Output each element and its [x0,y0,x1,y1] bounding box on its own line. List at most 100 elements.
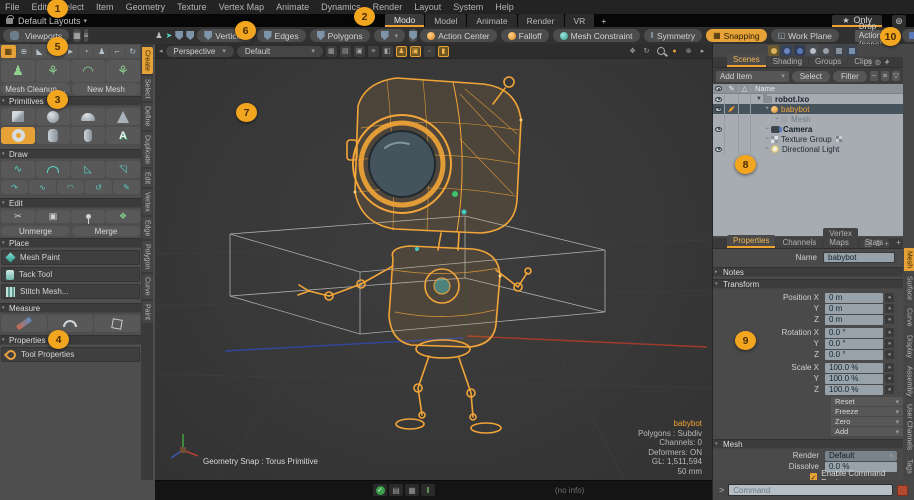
overlay-toggle-icon[interactable]: ▫ [424,46,435,57]
menu-texture[interactable]: Texture [177,2,207,12]
shading-style-dropdown[interactable]: Default▾ [237,46,323,57]
toolbox-tab-duplicate[interactable]: Duplicate [142,132,153,167]
position-z-field[interactable]: 0 m [825,315,883,325]
active-camera-icon[interactable]: ● [669,46,680,57]
axis-tool-icon[interactable]: ⊕ [17,45,32,58]
display-icon[interactable]: ▦ [405,484,419,496]
bezier-tool-button[interactable]: ↷ [1,180,28,194]
select-button[interactable]: Select [792,71,830,82]
command-history-button[interactable] [897,485,908,496]
select-paint-icon[interactable] [186,29,194,42]
toolbox-tab-define[interactable]: Define [142,103,153,129]
select-through-icon[interactable] [175,29,183,42]
filter-funnel-icon[interactable]: ▽ [892,71,900,81]
viewport-layout-icon[interactable]: ▦ [73,29,81,42]
render-button[interactable]: Render [902,29,914,42]
merge-tool-button[interactable]: ❖ [106,210,140,223]
command-input[interactable] [728,484,893,496]
add-light-icon[interactable] [820,45,831,56]
tab-render[interactable]: Render [518,14,564,27]
render-dropdown[interactable]: Default▾ [825,451,897,461]
curve-tool-button[interactable]: ∿ [1,161,35,178]
menu-file[interactable]: File [5,2,20,12]
side-tab-surface[interactable]: Surface [904,273,914,303]
cube-primitive-button[interactable] [1,108,35,125]
layout-preset-dropdown[interactable]: Default Layouts [18,16,81,26]
dome-tool[interactable]: ◠ [71,60,105,82]
bspline-tool-button[interactable]: ∿ [29,180,56,194]
ruler-tool-button[interactable] [1,315,47,332]
preset-icon[interactable] [768,45,779,56]
gear-icon[interactable]: ⊛ [875,239,882,248]
refresh-tool-icon[interactable]: ↻ [126,45,141,58]
viewport-options-icon[interactable]: ⊛ [683,46,694,57]
channel-icon[interactable]: ● [885,350,894,359]
pan-icon[interactable]: ✥ [627,46,638,57]
merge-button[interactable]: Merge [72,226,140,236]
channel-icon[interactable]: ● [885,315,894,324]
rotation-x-field[interactable]: 0.0 ° [825,328,883,338]
item-row-mesh[interactable]: − Mesh [713,114,903,124]
position-x-field[interactable]: 0 m [825,293,883,303]
snapping-button[interactable]: ▦ Snapping [706,29,766,42]
lock-icon[interactable] [6,18,13,24]
toolbox-tab-edge[interactable]: Edge [142,217,153,239]
menu-edit[interactable]: Edit [32,2,48,12]
sphere-primitive-button[interactable] [36,108,70,125]
tab-channels[interactable]: Channels [776,237,822,248]
menu-vertex-map[interactable]: Vertex Map [219,2,265,12]
dome-primitive-button[interactable] [71,108,105,125]
mesh-section-header[interactable]: Mesh [713,439,903,449]
menu-item[interactable]: Item [96,2,114,12]
menu-help[interactable]: Help [495,2,514,12]
tab-scenes[interactable]: Scenes [727,54,766,67]
tab-vertex-maps[interactable]: Vertex Maps [823,228,858,248]
channel-icon[interactable]: ● [885,374,894,383]
channel-icon[interactable]: ● [885,328,894,337]
expand-arrow-icon[interactable]: ▼ [755,96,763,102]
side-tab-assembly[interactable]: Assembly [904,363,914,399]
position-y-field[interactable]: 0 m [825,304,883,314]
name-field[interactable]: babybot [823,252,895,263]
detach-icon[interactable]: ◳ [864,239,872,248]
rotation-y-field[interactable]: 0.0 ° [825,339,883,349]
notes-section-header[interactable]: Notes [713,267,903,277]
action-center-button[interactable]: Action Center [420,29,497,42]
expand-plus-icon[interactable]: + [763,106,771,112]
symmetry-button[interactable]: ‖ Symmetry [644,29,703,42]
channel-icon[interactable]: ● [885,385,894,394]
patch-tool-button[interactable] [36,161,70,178]
unmerge-button[interactable]: Unmerge [1,226,70,236]
toolbox-tab-edit[interactable]: Edit [142,169,153,187]
text-primitive-button[interactable]: A [106,127,140,144]
toolbox-tab-select[interactable]: Select [142,76,153,101]
list-options-icon[interactable]: ≡ [881,71,889,81]
cylinder-primitive-button[interactable] [36,127,70,144]
eye-icon[interactable] [715,107,722,112]
grid-tool-icon[interactable]: ▦ [1,45,16,58]
channel-icon[interactable]: ● [885,363,894,372]
add-texture-icon[interactable] [833,45,844,56]
materials-mode-icon[interactable] [409,29,417,42]
character-tool-2[interactable]: ⚘ [36,60,70,82]
items-mode-dropdown[interactable]: ▾ [374,29,406,42]
filter-button[interactable]: Filter [833,71,867,82]
tool-properties-item[interactable]: Tool Properties [1,347,140,362]
tab-properties[interactable]: Properties [727,235,775,248]
eye-icon[interactable] [715,97,722,102]
eye-icon[interactable] [715,127,722,132]
torus-primitive-button[interactable] [1,127,35,144]
toolbox-tab-paint[interactable]: Paint [142,301,153,323]
properties-section-header[interactable]: Properties [0,335,141,345]
cone-primitive-button[interactable] [106,108,140,125]
scissors-tool-button[interactable]: ✂ [1,210,35,223]
menu-geometry[interactable]: Geometry [126,2,166,12]
draw-section-header[interactable]: Draw [0,149,141,159]
place-section-header[interactable]: Place [0,238,141,248]
falloff-button[interactable]: Falloff [501,29,549,42]
item-mode-icon[interactable]: ♟ [155,29,162,42]
item-row-camera[interactable]: − Camera [713,124,903,134]
collapse-arrow-icon[interactable]: ◂ [159,47,163,55]
orbit-icon[interactable]: ↻ [641,46,652,57]
add-button[interactable]: Add▾ [831,427,903,436]
